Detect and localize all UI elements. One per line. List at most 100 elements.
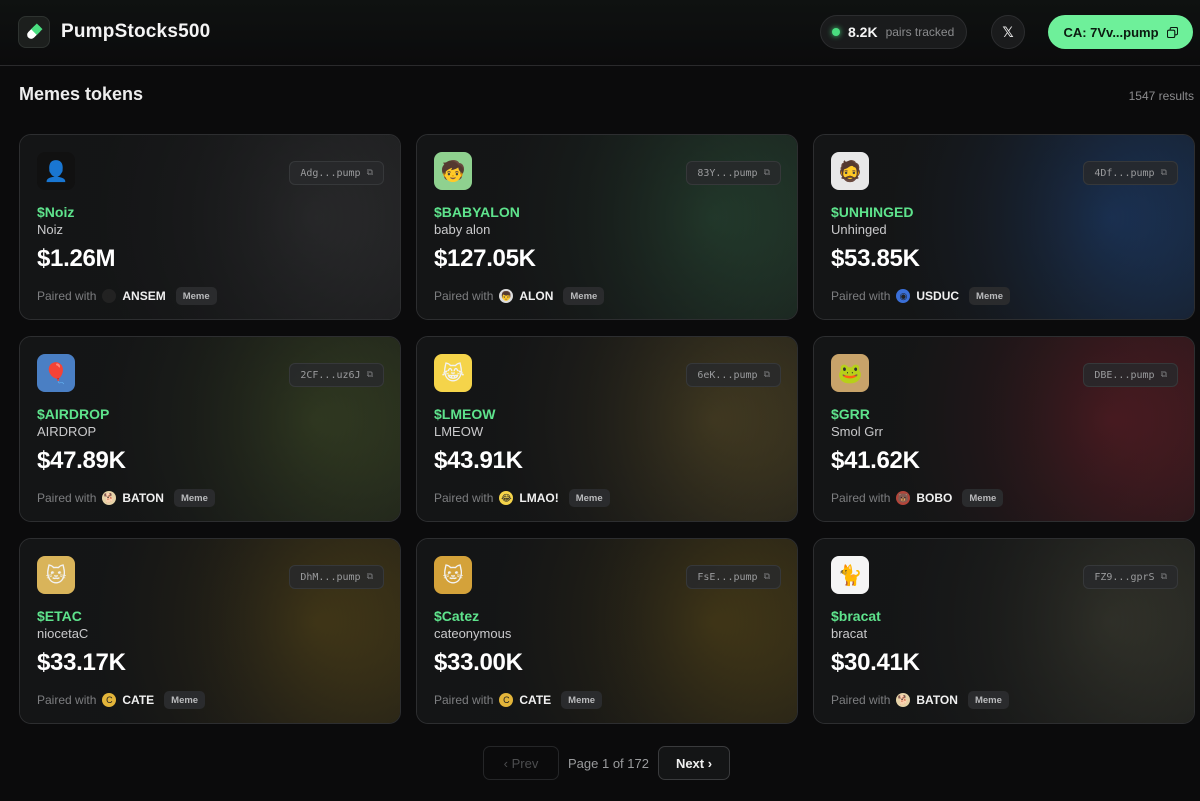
paired-token-name: CATE xyxy=(519,693,552,707)
token-card[interactable]: 🐱 DhM...pump ⧉ $ETAC niocetaC $33.17K Pa… xyxy=(19,538,401,724)
token-address-button[interactable]: DhM...pump ⧉ xyxy=(289,565,384,589)
tracked-label: pairs tracked xyxy=(885,25,955,39)
paired-with-row: Paired with 😂 LMAO! Meme xyxy=(434,489,610,507)
token-card[interactable]: 🐈 FZ9...gprS ⧉ $bracat bracat $30.41K Pa… xyxy=(813,538,1195,724)
token-card[interactable]: 😹 6eK...pump ⧉ $LMEOW LMEOW $43.91K Pair… xyxy=(416,336,798,522)
token-market-cap: $127.05K xyxy=(434,245,536,272)
token-address-button[interactable]: Adg...pump ⧉ xyxy=(289,161,384,185)
token-avatar: 🧔 xyxy=(831,152,869,190)
token-market-cap: $41.62K xyxy=(831,447,920,474)
token-address: DhM...pump xyxy=(300,571,361,583)
token-card[interactable]: 🧒 83Y...pump ⧉ $BABYALON baby alon $127.… xyxy=(416,134,798,320)
token-market-cap: $33.00K xyxy=(434,649,523,676)
category-badge: Meme xyxy=(967,691,1009,709)
token-address-button[interactable]: FZ9...gprS ⧉ xyxy=(1083,565,1178,589)
paired-with-row: Paired with C CATE Meme xyxy=(37,691,206,709)
paired-with-label: Paired with xyxy=(434,491,494,505)
paired-with-label: Paired with xyxy=(434,693,494,707)
x-icon: 𝕏 xyxy=(1002,23,1014,40)
token-avatar: 🎈 xyxy=(37,354,75,392)
token-address-button[interactable]: DBE...pump ⧉ xyxy=(1083,363,1178,387)
paired-token-icon: C xyxy=(102,693,117,707)
token-ticker: $Catez xyxy=(434,608,480,624)
x-social-button[interactable]: 𝕏 xyxy=(991,15,1025,49)
tracked-count: 8.2K xyxy=(848,24,878,40)
paired-with-label: Paired with xyxy=(831,693,891,707)
category-badge: Meme xyxy=(969,287,1010,305)
token-card[interactable]: 🐸 DBE...pump ⧉ $GRR Smol Grr $41.62K Pai… xyxy=(813,336,1195,522)
token-address-button[interactable]: 4Df...pump ⧉ xyxy=(1083,161,1178,185)
token-address: 83Y...pump xyxy=(697,167,758,179)
token-address: 2CF...uz6J xyxy=(300,369,361,381)
paired-token-name: ALON xyxy=(519,289,554,303)
token-card[interactable]: 🧔 4Df...pump ⧉ $UNHINGED Unhinged $53.85… xyxy=(813,134,1195,320)
token-market-cap: $47.89K xyxy=(37,447,126,474)
token-ticker: $Noiz xyxy=(37,204,75,220)
token-name: Smol Grr xyxy=(831,424,883,439)
copy-icon: ⧉ xyxy=(1160,370,1167,380)
token-name: Unhinged xyxy=(831,222,887,237)
results-count: 1547 results xyxy=(1128,89,1194,103)
token-address-button[interactable]: FsE...pump ⧉ xyxy=(686,565,781,589)
pill-logo-icon[interactable] xyxy=(18,16,50,48)
token-name: niocetaC xyxy=(37,626,89,641)
token-address: FZ9...gprS xyxy=(1094,571,1155,583)
token-address: 4Df...pump xyxy=(1094,167,1155,179)
token-ticker: $bracat xyxy=(831,608,881,624)
token-address: Adg...pump xyxy=(300,167,361,179)
copy-icon: ⧉ xyxy=(763,168,770,178)
paired-with-row: Paired with 🐕 BATON Meme xyxy=(37,489,215,507)
token-market-cap: $33.17K xyxy=(37,649,126,676)
paired-with-row: Paired with 🐻 BOBO Meme xyxy=(831,489,1004,507)
paired-token-icon: C xyxy=(499,693,514,707)
paired-with-label: Paired with xyxy=(37,491,97,505)
token-name: AIRDROP xyxy=(37,424,97,439)
paired-with-label: Paired with xyxy=(831,491,891,505)
token-address-button[interactable]: 2CF...uz6J ⧉ xyxy=(289,363,384,387)
category-badge: Meme xyxy=(563,287,605,305)
copy-icon: ⧉ xyxy=(366,572,373,582)
paired-token-icon: 🐻 xyxy=(896,491,911,505)
token-card[interactable]: 🎈 2CF...uz6J ⧉ $AIRDROP AIRDROP $47.89K … xyxy=(19,336,401,522)
token-avatar: 🐈 xyxy=(831,556,869,594)
copy-icon: ⧉ xyxy=(1160,572,1167,582)
token-avatar: 🐸 xyxy=(831,354,869,392)
category-badge: Meme xyxy=(561,691,603,709)
token-address-button[interactable]: 83Y...pump ⧉ xyxy=(686,161,781,185)
token-card[interactable]: 👤 Adg...pump ⧉ $Noiz Noiz $1.26M Paired … xyxy=(19,134,401,320)
token-ticker: $ETAC xyxy=(37,608,82,624)
token-name: baby alon xyxy=(434,222,491,237)
paired-token-icon: 🐕 xyxy=(102,491,117,505)
paired-token-name: BOBO xyxy=(916,491,953,505)
category-badge: Meme xyxy=(962,489,1004,507)
paired-token-icon: ◉ xyxy=(896,289,911,303)
paired-with-label: Paired with xyxy=(37,289,97,303)
token-market-cap: $30.41K xyxy=(831,649,920,676)
token-avatar: 🐱 xyxy=(434,556,472,594)
token-avatar: 🧒 xyxy=(434,152,472,190)
category-badge: Meme xyxy=(568,489,610,507)
category-badge: Meme xyxy=(164,691,206,709)
contract-address-button[interactable]: CA: 7Vv...pump xyxy=(1048,15,1193,49)
token-name: Noiz xyxy=(37,222,64,237)
paired-token-name: USDUC xyxy=(916,289,960,303)
paired-with-row: Paired with 👦 ALON Meme xyxy=(434,287,605,305)
token-ticker: $BABYALON xyxy=(434,204,520,220)
token-market-cap: $1.26M xyxy=(37,245,116,272)
paired-token-icon: ● xyxy=(102,289,117,303)
next-page-button[interactable]: Next › xyxy=(658,746,730,780)
prev-page-button[interactable]: ‹ Prev xyxy=(483,746,559,780)
token-ticker: $LMEOW xyxy=(434,406,496,422)
token-address-button[interactable]: 6eK...pump ⧉ xyxy=(686,363,781,387)
paired-token-name: CATE xyxy=(122,693,155,707)
category-badge: Meme xyxy=(175,287,217,305)
paired-token-name: BATON xyxy=(122,491,164,505)
token-address: DBE...pump xyxy=(1094,369,1155,381)
paired-with-row: Paired with 🐕 BATON Meme xyxy=(831,691,1009,709)
category-badge: Meme xyxy=(173,489,215,507)
token-ticker: $UNHINGED xyxy=(831,204,914,220)
token-card[interactable]: 🐱 FsE...pump ⧉ $Catez cateonymous $33.00… xyxy=(416,538,798,724)
token-avatar: 🐱 xyxy=(37,556,75,594)
token-name: bracat xyxy=(831,626,868,641)
brand-name[interactable]: PumpStocks500 xyxy=(61,21,210,43)
